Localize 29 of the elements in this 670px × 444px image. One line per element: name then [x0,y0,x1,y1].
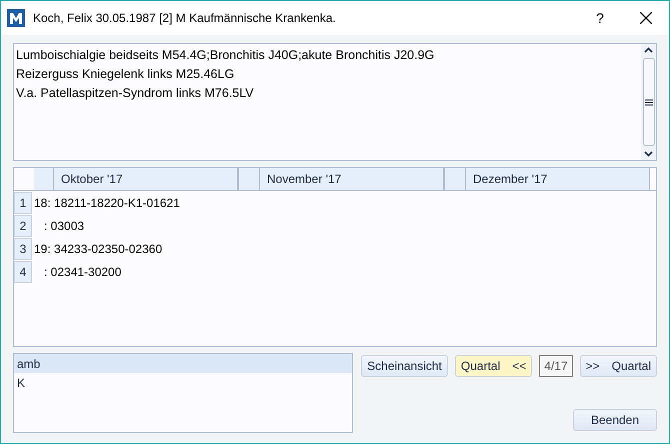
row-header[interactable]: 3 [14,238,32,260]
quartal-button[interactable]: >> Quartal [580,355,657,377]
app-logo-icon [7,9,25,27]
list-item[interactable]: amb [14,354,352,373]
list-item[interactable]: K [14,373,352,392]
grip-icon [644,98,652,106]
table-cell-text: 19: 34233-02350-02360 [33,240,162,258]
table-cell-text: : 02341-30200 [43,264,122,280]
diagnosis-textarea[interactable]: Lumboischialgie beidseits M54.4G;Bronchitis J40G;akute Bronchitis J20.9G Reizerguss Kniegelenk links M25.46LG V.a. Patellaspitzen-Syndrom links M76.5LV [13,43,657,161]
row-header[interactable]: 1 [14,192,32,214]
table-cell-text: : 03003 [43,218,84,234]
scrollbar[interactable] [641,44,656,160]
scroll-thumb[interactable] [642,58,654,146]
diagnosis-line: V.a. Patellaspitzen-Syndrom links M76.5LV [16,85,255,102]
column-header[interactable]: November '17 [260,168,444,190]
row-header[interactable]: 4 [14,260,32,282]
column-header[interactable]: Oktober '17 [54,168,238,190]
diagnosis-line: Reizerguss Kniegelenk links M25.46LG [16,66,236,83]
window-title: Koch, Felix 30.05.1987 [2] M Kaufmännische Krankenka. [33,10,337,27]
table-cell-text: 18: 18211-18220-K1-01621 [33,194,180,212]
scheinansicht-button[interactable]: Scheinansicht [361,355,448,377]
column-header[interactable]: Dezember '17 [466,168,650,190]
close-icon [640,12,652,24]
quarter-field: 4/17 [539,355,573,377]
beenden-button[interactable]: Beenden [573,409,657,431]
quartal-button[interactable]: Quartal << [454,355,532,377]
help-button[interactable]: ? [577,1,623,35]
diagnosis-line: Lumboischialgie beidseits M54.4G;Bronchitis J40G;akute Bronchitis J20.9G [16,47,436,64]
row-header[interactable]: 2 [14,214,32,236]
